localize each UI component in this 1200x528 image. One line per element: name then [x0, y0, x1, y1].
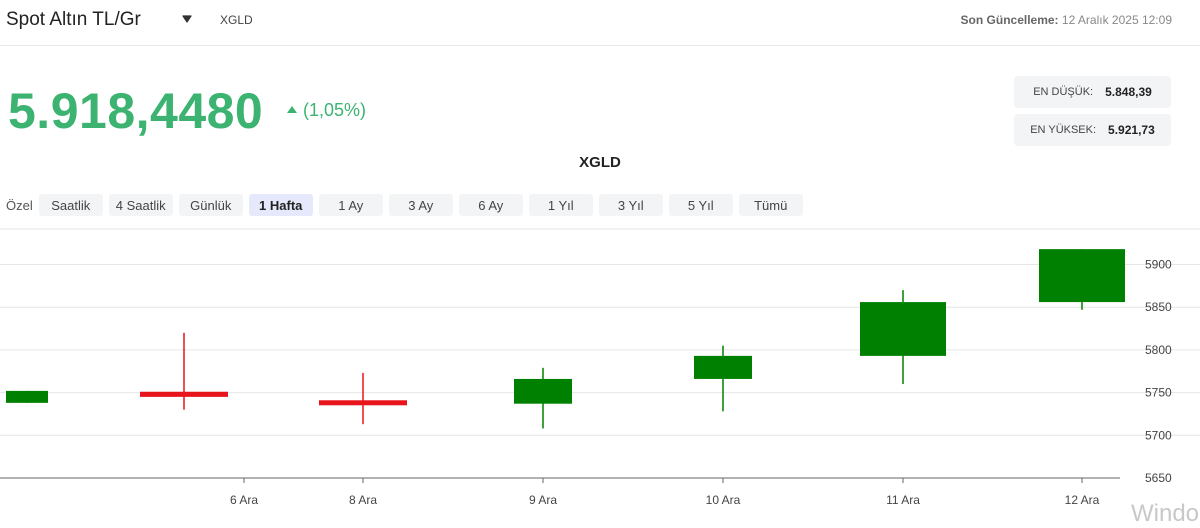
daily-high-box: EN YÜKSEK: 5.921,73: [1014, 114, 1171, 146]
x-tick-label: 8 Ara: [349, 493, 377, 507]
x-tick-label: 9 Ara: [529, 493, 557, 507]
candle-body: [694, 355, 752, 379]
y-tick-label: 5900: [1145, 258, 1172, 272]
range-daily-button[interactable]: Günlük: [178, 194, 243, 216]
daily-low-box: EN DÜŞÜK: 5.848,39: [1014, 76, 1171, 108]
range-3month-button[interactable]: 3 Ay: [388, 194, 453, 216]
last-updated: Son Güncelleme: 12 Aralık 2025 12:09: [961, 13, 1172, 27]
range-4hour-button[interactable]: 4 Saatlik: [108, 194, 173, 216]
candle-body: [6, 390, 48, 403]
range-1month-button[interactable]: 1 Ay: [318, 194, 383, 216]
y-tick-label: 5750: [1145, 386, 1172, 400]
daily-low-value: 5.848,39: [1105, 85, 1152, 99]
daily-high-label: EN YÜKSEK:: [1030, 124, 1097, 136]
y-tick-label: 5650: [1145, 471, 1172, 485]
price-change-value: (1,05%): [303, 100, 367, 120]
current-price: 5.918,4480: [8, 83, 264, 139]
instrument-symbol: XGLD: [220, 13, 253, 27]
instrument-title: Spot Altın TL/Gr: [6, 9, 141, 30]
range-3year-button[interactable]: 3 Yıl: [598, 194, 663, 216]
range-6month-button[interactable]: 6 Ay: [458, 194, 523, 216]
y-tick-label: 5800: [1145, 343, 1172, 357]
x-tick-label: 10 Ara: [706, 493, 741, 507]
candle-body: [860, 302, 946, 356]
x-tick-label: 6 Ara: [230, 493, 258, 507]
daily-high-value: 5.921,73: [1108, 123, 1155, 137]
caret-down-icon[interactable]: [181, 13, 193, 25]
candlestick-chart[interactable]: 5650 5700 5750 5800 5850 5900 6 Ara 8 Ara 9 Ara 1…: [0, 228, 1200, 528]
candle-body: [1039, 249, 1125, 303]
x-tick-label: 12 Ara: [1065, 493, 1100, 507]
range-hourly-button[interactable]: Saatlik: [38, 194, 103, 216]
x-tick-label: 11 Ara: [886, 493, 920, 507]
range-selector: Özel Saatlik 4 Saatlik Günlük 1 Hafta 1 …: [6, 194, 809, 216]
price-change: (1,05%): [287, 100, 366, 121]
daily-low-label: EN DÜŞÜK:: [1033, 86, 1094, 98]
up-triangle-icon: [287, 106, 297, 113]
range-all-button[interactable]: Tümü: [738, 194, 803, 216]
y-tick-label: 5850: [1145, 300, 1172, 314]
header: Spot Altın TL/Gr XGLD Son Güncelleme: 12…: [0, 0, 1200, 46]
candle-body: [140, 391, 228, 397]
candle-body: [514, 378, 572, 404]
y-tick-label: 5700: [1145, 428, 1172, 442]
range-1year-button[interactable]: 1 Yıl: [528, 194, 593, 216]
chart-title: XGLD: [579, 154, 621, 171]
last-updated-label: Son Güncelleme:: [960, 13, 1059, 27]
os-watermark: Windo: [1131, 500, 1200, 527]
candle-body: [319, 400, 407, 406]
range-5year-button[interactable]: 5 Yıl: [668, 194, 733, 216]
custom-range-label[interactable]: Özel: [6, 198, 33, 213]
range-1week-button[interactable]: 1 Hafta: [248, 194, 313, 216]
last-updated-value: 12 Aralık 2025 12:09: [1061, 13, 1172, 27]
